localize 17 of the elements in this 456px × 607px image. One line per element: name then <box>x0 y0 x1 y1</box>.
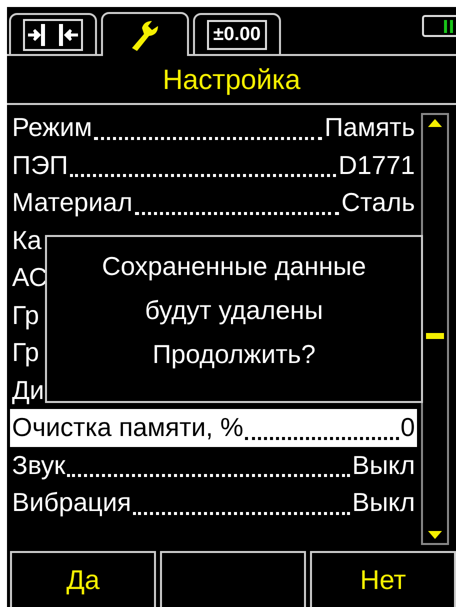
blank-key[interactable] <box>160 551 306 607</box>
dialog-text: будут удалены <box>144 294 324 327</box>
scroll-thumb[interactable] <box>426 333 444 339</box>
soft-key[interactable]: Нет <box>310 551 456 607</box>
down-arrow-icon <box>428 531 442 539</box>
dialog-text: Продолжить? <box>152 338 316 371</box>
tab[interactable]: ±0.00 <box>193 13 281 54</box>
dialog-text: Сохраненные данные <box>102 250 366 283</box>
menu-item[interactable]: Очистка памяти, % 0 <box>10 409 417 446</box>
battery-icon <box>422 15 456 37</box>
tab[interactable] <box>101 12 189 56</box>
compress-icon <box>23 18 83 50</box>
up-arrow-icon <box>428 119 442 127</box>
tab[interactable] <box>9 13 97 54</box>
screen-title: Настройка <box>7 56 456 105</box>
offset-label: ±0.00 <box>207 20 267 50</box>
soft-key[interactable]: Да <box>10 551 156 607</box>
